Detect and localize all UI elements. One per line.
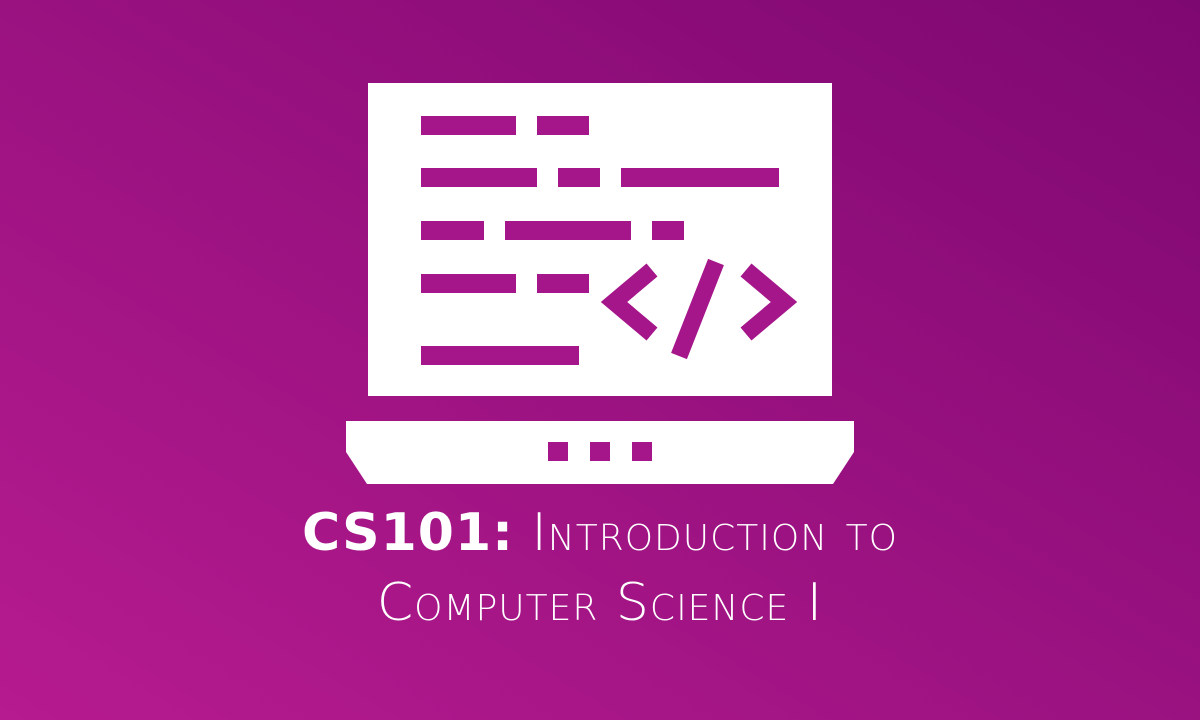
laptop-base-dots (548, 442, 652, 461)
course-title-line-1: CS101: Introduction to (0, 498, 1200, 568)
course-code: CS101: (302, 503, 514, 563)
course-name-part-1: Introduction to (531, 503, 898, 563)
course-title: CS101: Introduction to Computer Science … (0, 498, 1200, 638)
course-banner: CS101: Introduction to Computer Science … (0, 0, 1200, 720)
course-name-part-2: Computer Science I (376, 573, 824, 633)
